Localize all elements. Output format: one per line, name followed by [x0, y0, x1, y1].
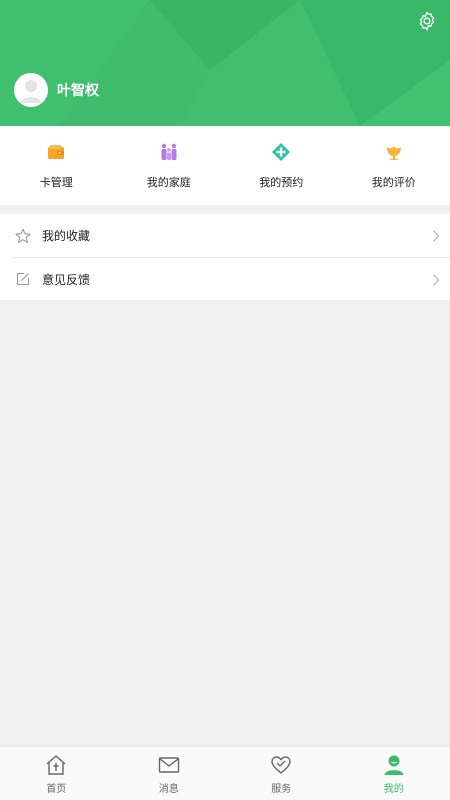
- tab-label: 我的: [383, 784, 404, 795]
- tab-label: 消息: [158, 784, 179, 795]
- appointment-diamond-icon: [270, 141, 292, 163]
- menu-row-feedback[interactable]: 意见反馈: [12, 257, 450, 300]
- quick-action-label: 卡管理: [39, 176, 73, 189]
- settings-menu: 我的收藏 意见反馈: [0, 214, 450, 300]
- quick-action-label: 我的评价: [371, 176, 416, 189]
- tab-home[interactable]: 首页: [0, 747, 113, 800]
- heart-icon: [269, 753, 293, 777]
- mail-icon: [157, 753, 181, 777]
- star-icon: [15, 228, 31, 244]
- bottom-tab-bar: 首页 消息 服务 我的: [0, 746, 450, 800]
- chevron-right-icon: [432, 228, 440, 242]
- tab-label: 服务: [271, 784, 292, 795]
- quick-action-label: 我的预约: [259, 176, 304, 189]
- quick-actions: 卡管理 我的家庭 我的预约 我的评价: [0, 126, 450, 205]
- chevron-right-icon: [432, 272, 440, 286]
- family-icon: [158, 141, 180, 163]
- wallet-icon: [45, 141, 67, 163]
- quick-action-label: 我的家庭: [146, 176, 191, 189]
- edit-icon: [15, 271, 31, 287]
- avatar[interactable]: [14, 73, 48, 107]
- user-icon: [382, 753, 406, 777]
- menu-row-favorites[interactable]: 我的收藏: [0, 214, 450, 257]
- default-avatar-icon: [14, 73, 48, 107]
- home-icon: [44, 753, 68, 777]
- quick-action-my-review[interactable]: 我的评价: [338, 126, 450, 205]
- menu-row-label: 我的收藏: [42, 229, 91, 243]
- tab-messages[interactable]: 消息: [113, 747, 226, 800]
- profile-header: 叶智权: [0, 0, 450, 126]
- quick-action-my-family[interactable]: 我的家庭: [113, 126, 226, 205]
- tab-services[interactable]: 服务: [225, 747, 338, 800]
- header-background: [0, 0, 450, 126]
- quick-action-card-management[interactable]: 卡管理: [0, 126, 113, 205]
- menu-row-label: 意见反馈: [42, 272, 91, 287]
- username: 叶智权: [57, 83, 99, 99]
- settings-gear-icon[interactable]: [416, 10, 438, 32]
- quick-action-my-appointment[interactable]: 我的预约: [225, 126, 338, 205]
- profile-summary[interactable]: 叶智权: [14, 73, 99, 107]
- tab-mine[interactable]: 我的: [338, 747, 450, 800]
- review-flower-icon: [383, 141, 405, 163]
- tab-label: 首页: [46, 784, 67, 795]
